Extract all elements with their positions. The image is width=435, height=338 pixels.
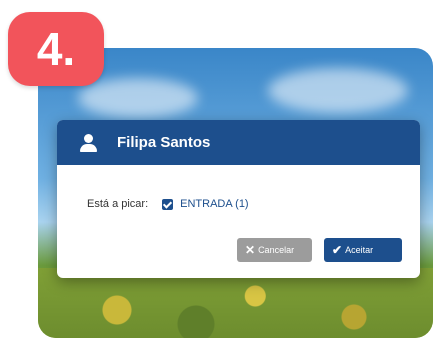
picking-row: Está a picar: ENTRADA (1) (75, 198, 402, 210)
check-icon: ✔ (332, 243, 343, 257)
x-icon: ✕ (245, 243, 256, 257)
accept-label: Aceitar (345, 245, 374, 255)
dialog-buttons: ✕ Cancelar ✔ Aceitar (237, 238, 402, 262)
cloud (268, 68, 408, 113)
checkbox-checked-icon[interactable] (162, 198, 174, 210)
cancel-label: Cancelar (258, 245, 295, 255)
picking-dialog: Filipa Santos Está a picar: ENTRADA (1) … (57, 120, 420, 278)
cloud (78, 78, 198, 118)
picking-label: Está a picar: (87, 198, 149, 210)
option-label[interactable]: ENTRADA (1) (180, 198, 248, 210)
accept-button[interactable]: ✔ Aceitar (324, 238, 402, 262)
dialog-title: Filipa Santos (117, 134, 211, 151)
dialog-body: Está a picar: ENTRADA (1) (57, 198, 420, 210)
cancel-button[interactable]: ✕ Cancelar (237, 238, 312, 262)
dialog-header: Filipa Santos (57, 120, 420, 165)
grass-ground (38, 268, 433, 338)
user-icon (79, 133, 97, 152)
step-badge: 4. (8, 12, 104, 86)
